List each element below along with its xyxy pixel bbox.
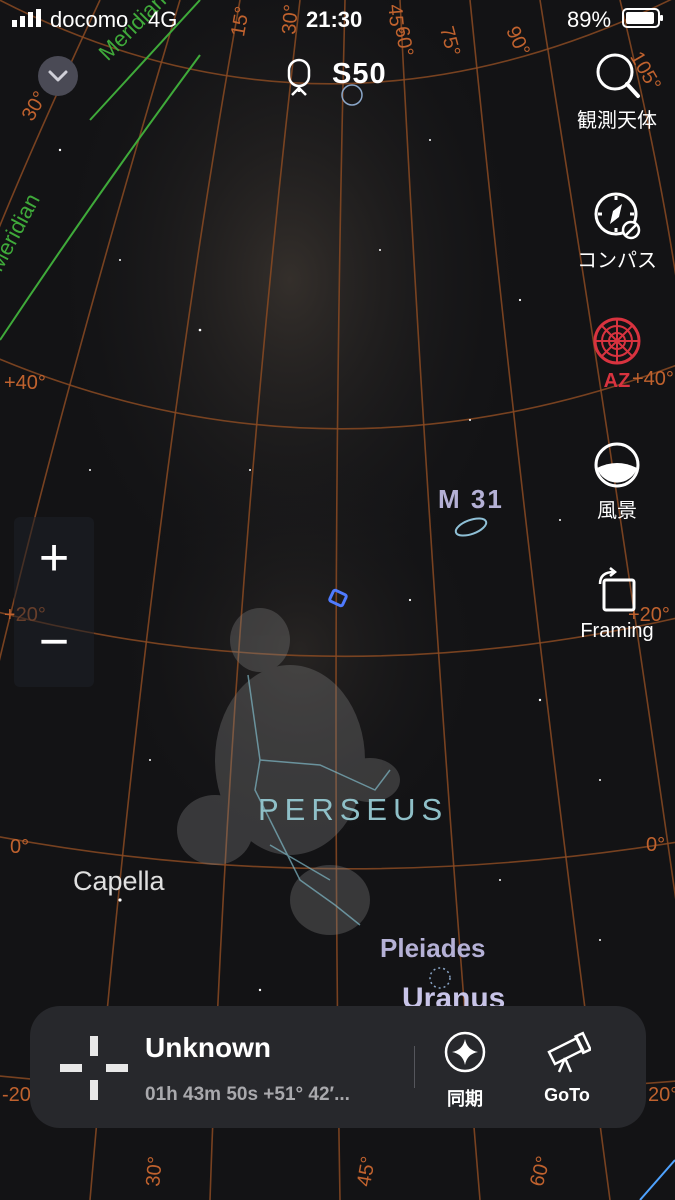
carrier-label: docomo <box>50 7 129 32</box>
object-label-m31[interactable]: M 31 <box>438 484 504 515</box>
clock: 21:30 <box>306 7 363 32</box>
object-label-capella[interactable]: Capella <box>73 866 165 897</box>
compass-button[interactable]: コンパス <box>562 190 672 273</box>
landscape-icon <box>594 442 640 488</box>
device-name[interactable]: S50 <box>332 58 387 91</box>
target-coordinates: 01h 43m 50s +51° 42′... <box>145 1084 350 1105</box>
constellation-label-perseus[interactable]: PERSEUS <box>258 792 448 828</box>
signal-icon <box>12 9 41 27</box>
target-name: Unknown <box>145 1032 271 1063</box>
crosshair-icon <box>60 1036 128 1100</box>
az-label: 30° <box>142 1155 167 1188</box>
battery-icon <box>622 8 663 28</box>
sync-label: 同期 <box>447 1089 483 1109</box>
collapse-button[interactable] <box>38 56 78 96</box>
goto-button[interactable]: GoTo <box>522 1030 612 1106</box>
sync-star-icon <box>444 1031 486 1073</box>
sync-button[interactable]: 同期 <box>420 1030 510 1111</box>
compass-icon <box>594 192 641 240</box>
alt-label: 0° <box>646 834 666 856</box>
zoom-in-button[interactable]: + <box>14 523 94 593</box>
framing-rotate-icon <box>598 567 636 612</box>
alt-label: 0° <box>10 836 30 858</box>
chevron-down-icon <box>48 70 68 82</box>
tool-label: 観測天体 <box>577 110 657 132</box>
tool-label: Framing <box>580 620 654 642</box>
landscape-button[interactable]: 風景 <box>562 440 672 523</box>
telescope-device-icon <box>287 58 311 96</box>
alt-label: +40° <box>4 372 46 394</box>
search-targets-button[interactable]: 観測天体 <box>562 50 672 133</box>
az-grid-icon <box>593 317 641 365</box>
az-grid-button[interactable]: AZ <box>562 316 672 393</box>
framing-button[interactable]: Framing <box>562 566 672 643</box>
tool-label: AZ <box>603 370 631 392</box>
zoom-out-button[interactable]: − <box>14 607 94 677</box>
network-label: 4G <box>148 7 178 32</box>
goto-label: GoTo <box>544 1085 590 1105</box>
status-bar: docomo 4G 21:30 89% <box>0 0 675 38</box>
search-icon <box>596 53 640 98</box>
tool-label: 風景 <box>597 500 637 522</box>
target-panel: Unknown 01h 43m 50s +51° 42′... 同期 GoTo <box>30 1006 646 1128</box>
telescope-icon <box>547 1031 593 1073</box>
battery-percent: 89% <box>567 7 612 32</box>
object-label-pleiades[interactable]: Pleiades <box>380 933 486 964</box>
zoom-control: + − <box>14 517 94 687</box>
panel-divider <box>414 1046 415 1088</box>
tool-label: コンパス <box>577 250 657 272</box>
alt-label: 20° <box>648 1084 675 1106</box>
